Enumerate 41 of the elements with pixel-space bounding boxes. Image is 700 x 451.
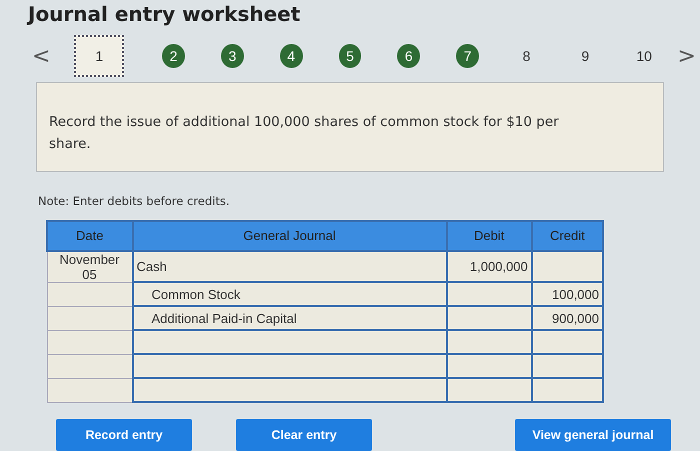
step-button[interactable]: 6 bbox=[397, 44, 420, 68]
next-button[interactable]: > bbox=[674, 44, 700, 68]
previous-button[interactable]: < bbox=[28, 44, 54, 68]
step-button[interactable]: 10 bbox=[632, 44, 656, 68]
note-text: Note: Enter debits before credits. bbox=[38, 194, 230, 208]
debit-field[interactable] bbox=[446, 330, 532, 354]
account-field[interactable] bbox=[132, 330, 446, 354]
credit-field[interactable] bbox=[532, 354, 603, 378]
step-button[interactable]: 1 bbox=[74, 35, 124, 77]
step-button[interactable]: 4 bbox=[280, 44, 303, 68]
question-text: Record the issue of additional 100,000 shares of common stock for $10 per share. bbox=[36, 82, 664, 172]
column-header: Debit bbox=[446, 220, 532, 250]
credit-field[interactable] bbox=[532, 250, 603, 282]
debit-field[interactable] bbox=[446, 282, 532, 306]
column-header: Date bbox=[47, 220, 132, 250]
debit-field[interactable] bbox=[446, 306, 532, 330]
debit-field[interactable] bbox=[446, 378, 532, 402]
column-header: General Journal bbox=[132, 220, 446, 250]
action-button[interactable]: View general journal bbox=[515, 419, 671, 451]
debit-field[interactable] bbox=[446, 354, 532, 378]
column-header: Credit bbox=[532, 220, 603, 250]
step-button[interactable]: 5 bbox=[338, 44, 362, 68]
credit-field[interactable]: 100,000 bbox=[532, 282, 603, 306]
account-field[interactable]: Common Stock bbox=[132, 282, 446, 306]
account-field[interactable]: Cash bbox=[132, 250, 446, 282]
step-button[interactable]: 2 bbox=[162, 44, 185, 68]
step-button[interactable]: 8 bbox=[515, 44, 538, 68]
step-button[interactable]: 3 bbox=[220, 44, 244, 68]
credit-field[interactable]: 900,000 bbox=[532, 306, 603, 330]
credit-field[interactable] bbox=[532, 378, 603, 402]
worksheet-title: Journal entry worksheet bbox=[28, 2, 302, 26]
account-field[interactable]: Additional Paid-in Capital bbox=[132, 306, 446, 330]
action-button[interactable]: Clear entry bbox=[236, 419, 372, 451]
credit-field[interactable] bbox=[532, 330, 603, 354]
date-cell: November 05 bbox=[47, 250, 132, 282]
account-field[interactable] bbox=[132, 378, 446, 402]
action-button[interactable]: Record entry bbox=[56, 419, 192, 451]
account-field[interactable] bbox=[132, 354, 446, 378]
step-button[interactable]: 9 bbox=[574, 44, 597, 68]
debit-field[interactable]: 1,000,000 bbox=[446, 250, 532, 282]
step-button[interactable]: 7 bbox=[456, 44, 480, 68]
